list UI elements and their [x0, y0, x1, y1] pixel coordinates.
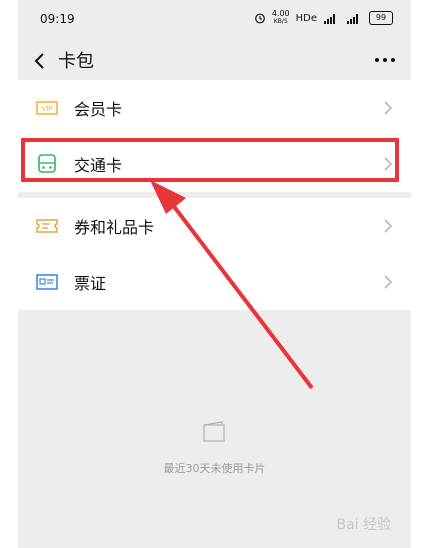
more-options-icon[interactable] — [371, 52, 399, 66]
alarm-icon — [254, 12, 266, 24]
battery-icon: 99 — [369, 11, 393, 25]
app-frame: 09:19 4.00 KB/S HDe 99 卡包 VIP 会员卡 交通卡 券和… — [18, 0, 411, 548]
svg-text:VIP: VIP — [41, 105, 52, 113]
list-item-transit-card[interactable]: 交通卡 — [18, 136, 411, 192]
list-item-tickets[interactable]: 票证 — [18, 254, 411, 310]
list-item-label: 券和礼品卡 — [74, 218, 155, 237]
empty-state: 最近30天未使用卡片 — [18, 420, 411, 476]
list-item-coupon[interactable]: 券和礼品卡 — [18, 198, 411, 254]
speed-unit: KB/S — [273, 18, 288, 25]
empty-state-text: 最近30天未使用卡片 — [163, 462, 266, 475]
signal-icon-2 — [345, 13, 363, 24]
speed-value: 4.00 — [271, 9, 290, 18]
chevron-right-icon — [383, 274, 393, 290]
chevron-right-icon — [383, 156, 393, 172]
list-item-label: 会员卡 — [74, 100, 123, 119]
hd-indicator: HDe — [295, 12, 317, 24]
nav-bar: 卡包 — [18, 40, 411, 80]
vip-card-icon: VIP — [36, 98, 58, 118]
chevron-right-icon — [383, 100, 393, 116]
card-list-section-2: 券和礼品卡 票证 — [18, 198, 411, 310]
list-item-label: 票证 — [74, 274, 107, 293]
signal-icon — [323, 13, 339, 24]
status-time: 09:19 — [40, 12, 75, 26]
page-title: 卡包 — [58, 51, 94, 72]
back-icon[interactable] — [28, 49, 52, 73]
bus-card-icon — [36, 154, 58, 174]
network-speed: 4.00 KB/S — [272, 10, 290, 26]
coupon-icon — [36, 216, 58, 236]
list-item-label: 交通卡 — [74, 156, 123, 175]
status-icons: 4.00 KB/S HDe 99 — [254, 10, 393, 26]
battery-level: 99 — [375, 13, 387, 22]
chevron-right-icon — [383, 218, 393, 234]
card-list-section-1: VIP 会员卡 交通卡 — [18, 80, 411, 192]
empty-card-icon — [202, 421, 225, 442]
list-item-vip-card[interactable]: VIP 会员卡 — [18, 80, 411, 136]
watermark: Bai 经验 — [336, 517, 391, 533]
id-card-icon — [36, 272, 58, 292]
status-bar: 09:19 4.00 KB/S HDe 99 — [18, 0, 411, 40]
